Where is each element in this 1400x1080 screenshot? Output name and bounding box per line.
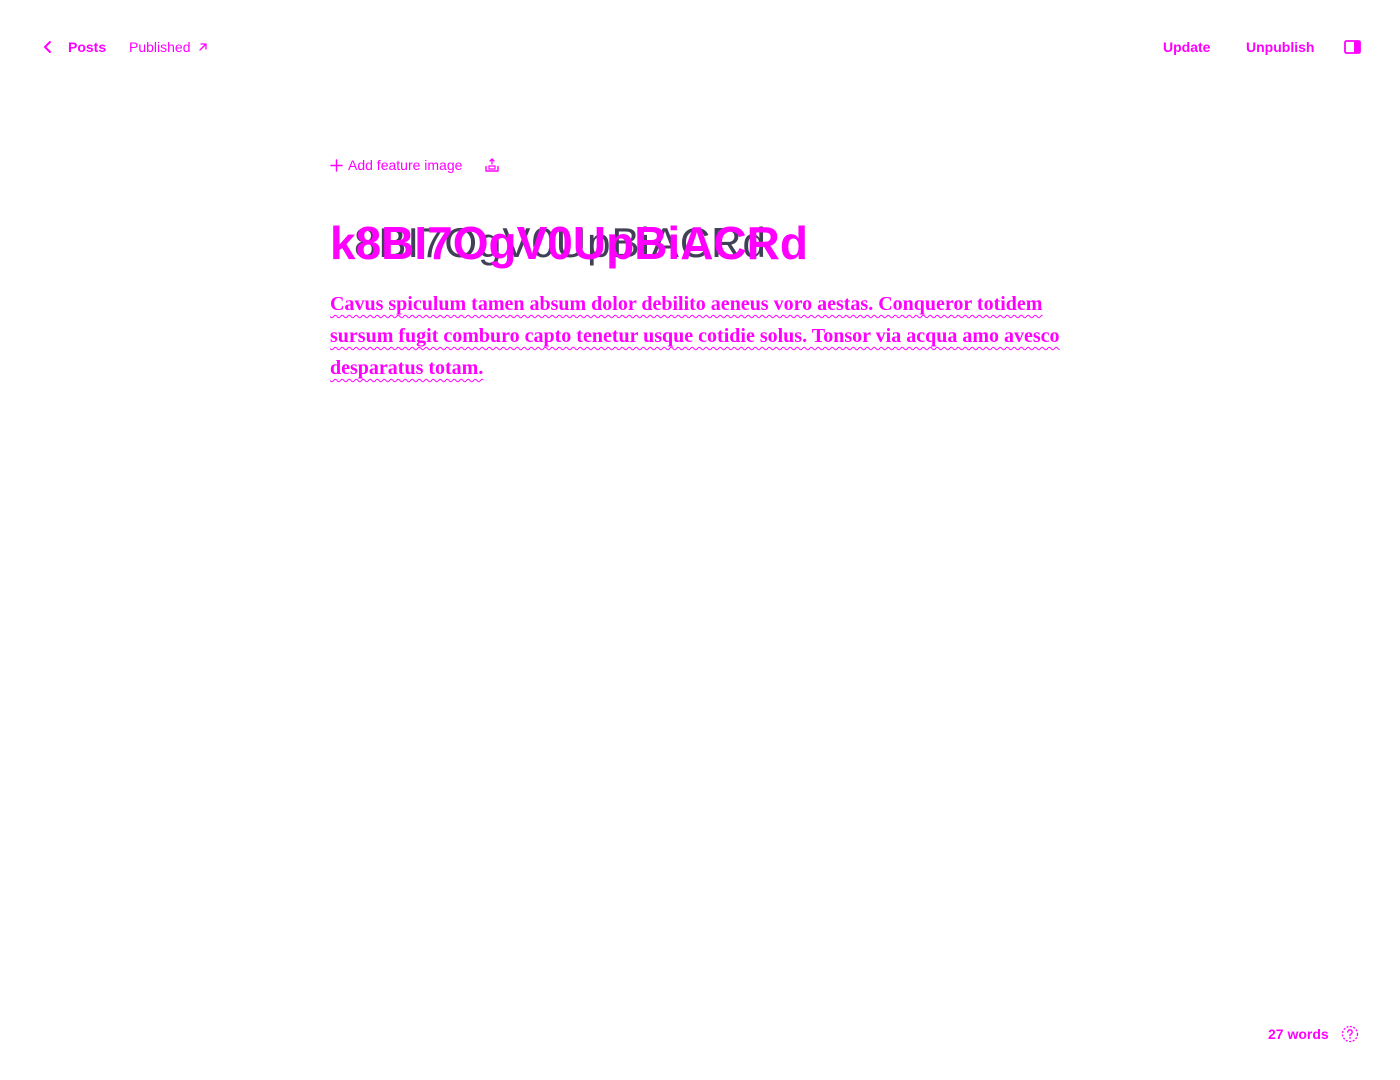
post-body[interactable]: Cavus spiculum tamen absum dolor debilit…: [330, 288, 1070, 384]
post-title[interactable]: k8BI7OgV0UpBiACRd k8BI7OgV0UpBiACRd: [330, 216, 1070, 280]
feature-image-row: Add feature image: [330, 150, 1070, 180]
unpublish-button[interactable]: Unpublish: [1246, 36, 1314, 58]
arrow-up-right-icon: [198, 43, 207, 51]
plus-icon: [330, 158, 343, 172]
sidebar-toggle-icon[interactable]: [1343, 38, 1363, 56]
editor-header: Posts Published Update Unpublish: [0, 0, 1400, 94]
post-title-text: k8BI7OgV0UpBiACRd: [330, 217, 808, 269]
word-count: 27 words: [1268, 1026, 1329, 1042]
back-to-posts-button[interactable]: Posts: [40, 36, 106, 58]
add-feature-image-button[interactable]: Add feature image: [330, 157, 462, 173]
back-label: Posts: [68, 39, 107, 55]
status-label: Published: [129, 39, 191, 55]
post-editor: Add feature image k8BI7OgV0UpBiACRd k8BI…: [330, 150, 1070, 384]
chevron-left-icon: [44, 41, 51, 53]
add-feature-image-label: Add feature image: [348, 157, 463, 173]
published-status-link[interactable]: Published: [129, 36, 209, 58]
question-circle-icon[interactable]: [1341, 1025, 1359, 1043]
snippet-icon[interactable]: [484, 157, 500, 173]
update-button[interactable]: Update: [1163, 36, 1210, 58]
